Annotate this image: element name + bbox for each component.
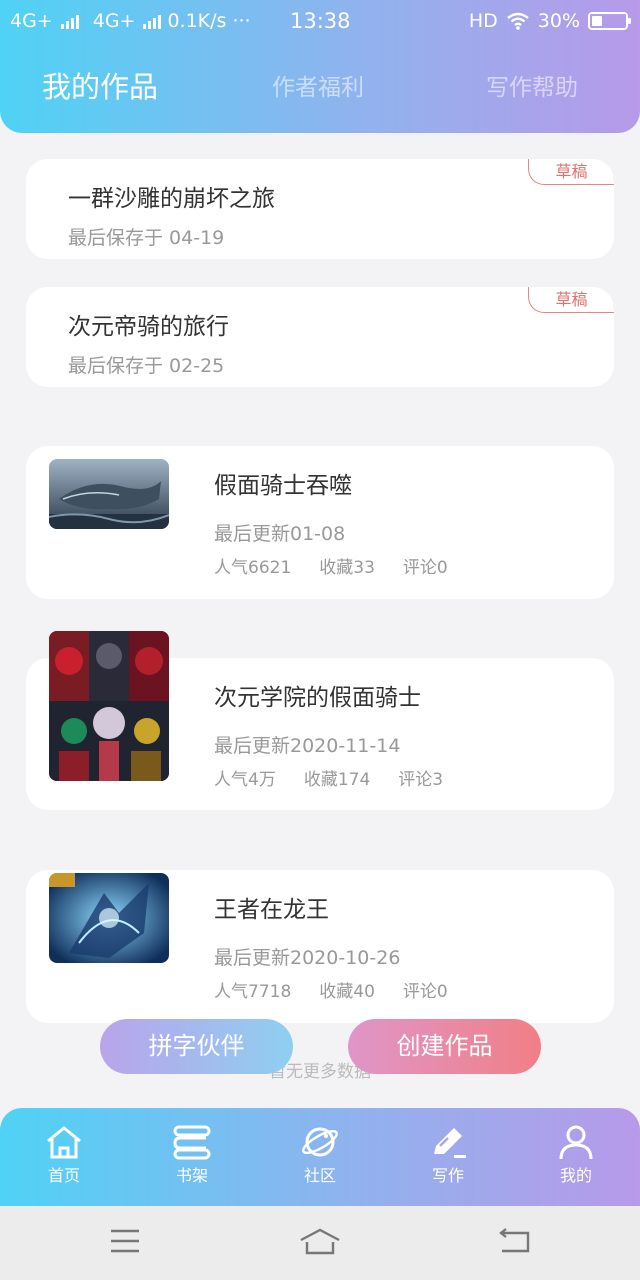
book-cover bbox=[49, 873, 169, 963]
nav-community[interactable]: 社区 bbox=[280, 1124, 360, 1186]
battery-icon bbox=[588, 12, 631, 30]
nav-label: 书架 bbox=[175, 1166, 208, 1185]
work-title: 王者在龙王 bbox=[214, 897, 329, 923]
work-stats: 人气7718 收藏40 评论0 bbox=[214, 977, 448, 1002]
nav-label: 社区 bbox=[303, 1166, 336, 1185]
draft-card[interactable]: 一群沙雕的崩坏之旅 最后保存于 04-19 草稿 bbox=[26, 159, 614, 259]
comments-count: 评论3 bbox=[398, 770, 444, 790]
tab-bar: 我的作品 作者福利 写作帮助 bbox=[0, 68, 640, 118]
battery-percent: 30% bbox=[537, 10, 580, 32]
comments-count: 评论0 bbox=[402, 558, 448, 578]
draft-title: 一群沙雕的崩坏之旅 bbox=[68, 186, 275, 212]
user-icon bbox=[559, 1125, 593, 1160]
status-bar: 4G+ 4G+ 0.1K/s ··· 13:38 HD 30% bbox=[0, 0, 640, 44]
tab-writing-help[interactable]: 写作帮助 bbox=[486, 68, 578, 102]
draft-saved-time: 最后保存于 04-19 bbox=[68, 227, 225, 249]
book-cover bbox=[49, 459, 169, 529]
tab-my-works[interactable]: 我的作品 bbox=[42, 64, 158, 106]
home-system-icon[interactable] bbox=[298, 1226, 342, 1256]
no-more-data-text: 暂无更多数据 bbox=[269, 1062, 371, 1082]
work-stats: 人气4万 收藏174 评论3 bbox=[214, 765, 443, 790]
back-icon[interactable] bbox=[496, 1226, 532, 1256]
popularity-count: 人气7718 bbox=[214, 982, 292, 1002]
pen-icon bbox=[434, 1128, 466, 1158]
home-icon bbox=[47, 1126, 81, 1159]
bottom-nav: 首页 书架 社区 写作 我的 bbox=[0, 1108, 640, 1206]
header: 4G+ 4G+ 0.1K/s ··· 13:38 HD 30% 我的作品 作者福… bbox=[0, 0, 640, 133]
work-updated: 最后更新01-08 bbox=[214, 523, 346, 545]
nav-bookshelf[interactable]: 书架 bbox=[152, 1124, 232, 1186]
carrier-2: 4G+ bbox=[92, 10, 136, 32]
favorites-count: 收藏174 bbox=[303, 770, 371, 790]
draft-badge: 草稿 bbox=[528, 287, 614, 313]
work-card[interactable]: 王者在龙王 最后更新2020-10-26 人气7718 收藏40 评论0 bbox=[26, 870, 614, 1023]
work-card[interactable]: 假面骑士吞噬 最后更新01-08 人气6621 收藏33 评论0 bbox=[26, 446, 614, 599]
clock: 13:38 bbox=[290, 9, 351, 33]
draft-badge: 草稿 bbox=[528, 159, 614, 185]
menu-icon[interactable] bbox=[108, 1226, 142, 1256]
popularity-count: 人气6621 bbox=[214, 558, 292, 578]
nav-home[interactable]: 首页 bbox=[24, 1124, 104, 1186]
bookshelf-icon bbox=[173, 1125, 211, 1160]
nav-write[interactable]: 写作 bbox=[408, 1124, 488, 1186]
carrier-1: 4G+ bbox=[10, 10, 53, 32]
book-cover bbox=[49, 631, 169, 781]
system-nav-bar bbox=[0, 1206, 640, 1280]
work-title: 假面骑士吞噬 bbox=[214, 473, 352, 499]
signal-icon bbox=[60, 13, 79, 29]
tab-author-benefits[interactable]: 作者福利 bbox=[272, 68, 364, 102]
more-dots: ··· bbox=[232, 10, 251, 32]
signal-icon-2 bbox=[143, 13, 162, 29]
draft-card[interactable]: 次元帝骑的旅行 最后保存于 02-25 草稿 bbox=[26, 287, 614, 387]
hd-indicator: HD bbox=[468, 10, 498, 32]
work-stats: 人气6621 收藏33 评论0 bbox=[214, 553, 448, 578]
network-speed: 0.1K/s bbox=[167, 10, 227, 32]
nav-label: 写作 bbox=[431, 1166, 464, 1185]
nav-mine[interactable]: 我的 bbox=[536, 1124, 616, 1186]
popularity-count: 人气4万 bbox=[214, 770, 276, 790]
nav-label: 首页 bbox=[47, 1166, 80, 1185]
favorites-count: 收藏33 bbox=[319, 558, 375, 578]
work-updated: 最后更新2020-10-26 bbox=[214, 947, 401, 969]
draft-saved-time: 最后保存于 02-25 bbox=[68, 355, 225, 377]
wifi-icon bbox=[507, 12, 529, 30]
comments-count: 评论0 bbox=[402, 982, 448, 1002]
nav-label: 我的 bbox=[559, 1166, 592, 1185]
work-title: 次元学院的假面骑士 bbox=[214, 685, 421, 711]
work-updated: 最后更新2020-11-14 bbox=[214, 735, 401, 757]
word-partner-button[interactable]: 拼字伙伴 bbox=[100, 1019, 293, 1074]
create-work-button[interactable]: 创建作品 bbox=[348, 1019, 541, 1074]
favorites-count: 收藏40 bbox=[319, 982, 375, 1002]
draft-title: 次元帝骑的旅行 bbox=[68, 314, 229, 340]
planet-icon bbox=[302, 1127, 338, 1157]
